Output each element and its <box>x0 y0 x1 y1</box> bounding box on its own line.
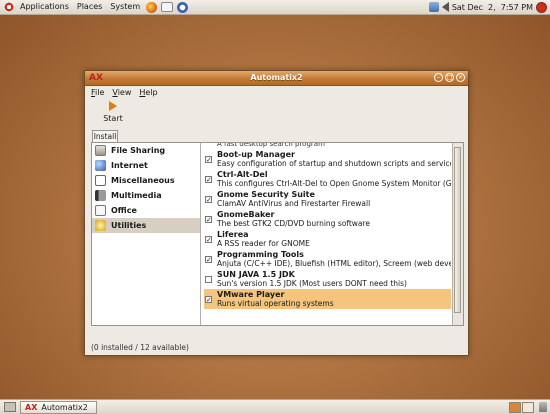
app-checkbox[interactable]: ✓ <box>205 256 212 264</box>
app-description: ClamAV AntiVirus and Firestarter Firewal… <box>217 199 371 208</box>
automatix-window: AX Automatix2 – □ × File View Help Start… <box>84 70 469 356</box>
status-text: (0 installed / 12 available) <box>91 343 189 352</box>
toolbar: Start <box>85 98 468 126</box>
menu-file[interactable]: File <box>91 88 104 97</box>
window-titlebar[interactable]: AX Automatix2 – □ × <box>85 71 468 86</box>
minimize-button[interactable]: – <box>434 73 443 82</box>
category-list: File Sharing Internet Miscellaneous Mult… <box>92 143 201 325</box>
category-internet[interactable]: Internet <box>92 158 200 173</box>
category-label: Miscellaneous <box>111 176 175 185</box>
taskbar-button-automatix2[interactable]: AX Automatix2 <box>20 400 97 414</box>
app-checkbox[interactable]: ✓ <box>205 236 212 244</box>
menu-applications[interactable]: Applications <box>16 0 73 14</box>
workspace-switcher <box>509 401 534 413</box>
file-sharing-icon <box>95 145 106 156</box>
app-description: A RSS reader for GNOME <box>217 239 310 248</box>
start-button-label: Start <box>103 114 123 123</box>
menu-system[interactable]: System <box>106 0 144 14</box>
app-item-vmware-player[interactable]: ✓ VMware Player Runs virtual operating s… <box>204 289 451 309</box>
system-tray: Sat Dec 2, 7:57 PM <box>428 1 550 13</box>
app-item-ctrl-alt-del[interactable]: ✓ Ctrl-Alt-Del This configures Ctrl-Alt-… <box>204 169 451 189</box>
help-launcher-icon[interactable] <box>177 1 189 13</box>
app-item-liferea[interactable]: ✓ Liferea A RSS reader for GNOME <box>204 229 451 249</box>
menu-view[interactable]: View <box>112 88 131 97</box>
app-name: Liferea <box>217 230 249 239</box>
utilities-icon <box>95 220 106 231</box>
app-checkbox[interactable]: ✓ <box>205 216 212 224</box>
category-label: Utilities <box>111 221 147 230</box>
workspace-2[interactable] <box>522 401 534 413</box>
app-name: VMware Player <box>217 290 285 299</box>
category-label: File Sharing <box>111 146 166 155</box>
window-title: Automatix2 <box>250 73 303 82</box>
close-button[interactable]: × <box>456 73 465 82</box>
app-description: Anjuta (C/C++ IDE), Bluefish (HTML edito… <box>217 259 451 268</box>
menu-help[interactable]: Help <box>139 88 157 97</box>
menu-places[interactable]: Places <box>73 0 106 14</box>
app-logo-icon: AX <box>25 402 38 412</box>
app-description: Easy configuration of startup and shutdo… <box>217 159 451 168</box>
window-controls: – □ × <box>434 73 465 82</box>
document-icon <box>95 175 106 186</box>
app-checkbox[interactable]: ✓ <box>205 196 212 204</box>
ubuntu-logo-icon[interactable] <box>4 2 14 12</box>
trash-icon[interactable] <box>539 402 547 412</box>
mail-launcher-icon[interactable] <box>161 2 174 12</box>
clock[interactable]: Sat Dec 2, 7:57 PM <box>452 3 533 12</box>
app-name: GnomeBaker <box>217 210 275 219</box>
app-description: Sun's version 1.5 JDK (Most users DONT n… <box>217 279 407 288</box>
app-item-sun-java-jdk[interactable]: SUN JAVA 1.5 JDK Sun's version 1.5 JDK (… <box>204 269 451 289</box>
power-icon[interactable] <box>536 1 547 13</box>
network-icon[interactable] <box>428 2 439 12</box>
firefox-launcher-icon[interactable] <box>146 1 158 13</box>
app-name: SUN JAVA 1.5 JDK <box>217 270 295 279</box>
top-menu: Applications Places System <box>16 0 144 14</box>
menubar: File View Help <box>85 86 468 98</box>
start-arrow-icon <box>109 101 117 111</box>
scrollbar-thumb[interactable] <box>454 147 461 313</box>
app-list-scrollbar[interactable] <box>452 143 463 325</box>
top-panel: Applications Places System Sat Dec 2, 7:… <box>0 0 550 15</box>
category-label: Internet <box>111 161 148 170</box>
app-name: Programming Tools <box>217 250 304 259</box>
category-label: Office <box>111 206 137 215</box>
app-item-gnomebaker[interactable]: ✓ GnomeBaker The best GTK2 CD/DVD burnin… <box>204 209 451 229</box>
taskbar-label: Automatix2 <box>41 402 88 412</box>
maximize-button[interactable]: □ <box>445 73 454 82</box>
globe-icon <box>95 160 106 171</box>
app-description: This configures Ctrl-Alt-Del to Open Gno… <box>217 179 451 188</box>
category-utilities[interactable]: Utilities <box>92 218 200 233</box>
app-item-gnome-security-suite[interactable]: ✓ Gnome Security Suite ClamAV AntiVirus … <box>204 189 451 209</box>
workspace-1[interactable] <box>509 401 521 413</box>
app-checkbox[interactable]: ✓ <box>205 156 212 164</box>
bottom-panel: AX Automatix2 <box>0 399 550 414</box>
app-list: A fast desktop search program ✓ Boot-up … <box>204 143 451 325</box>
show-desktop-icon[interactable] <box>4 402 16 412</box>
app-description: The best GTK2 CD/DVD burning software <box>217 219 371 228</box>
volume-icon[interactable] <box>441 2 449 12</box>
category-miscellaneous[interactable]: Miscellaneous <box>92 173 200 188</box>
category-file-sharing[interactable]: File Sharing <box>92 143 200 158</box>
app-name: Gnome Security Suite <box>217 190 315 199</box>
app-checkbox[interactable] <box>205 276 212 283</box>
office-icon <box>95 205 106 216</box>
install-panel: File Sharing Internet Miscellaneous Mult… <box>91 142 464 326</box>
app-item-boot-up-manager[interactable]: ✓ Boot-up Manager Easy configuration of … <box>204 149 451 169</box>
category-label: Multimedia <box>111 191 162 200</box>
app-checkbox[interactable]: ✓ <box>205 296 212 304</box>
app-name: Ctrl-Alt-Del <box>217 170 268 179</box>
category-office[interactable]: Office <box>92 203 200 218</box>
start-button[interactable]: Start <box>101 99 125 123</box>
app-item-programming-tools[interactable]: ✓ Programming Tools Anjuta (C/C++ IDE), … <box>204 249 451 269</box>
app-checkbox[interactable]: ✓ <box>205 176 212 184</box>
category-multimedia[interactable]: Multimedia <box>92 188 200 203</box>
film-icon <box>95 190 106 201</box>
app-name: Boot-up Manager <box>217 150 295 159</box>
app-description: Runs virtual operating systems <box>217 299 334 308</box>
